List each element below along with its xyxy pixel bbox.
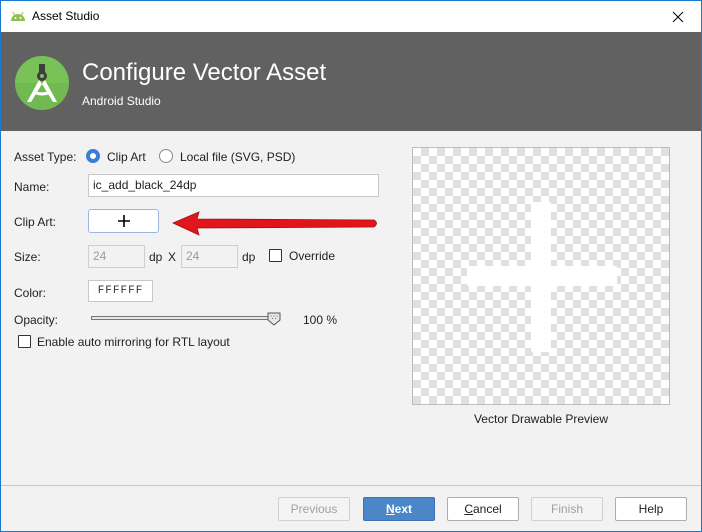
clip-art-button[interactable] — [88, 209, 159, 233]
finish-button[interactable]: Finish — [531, 497, 603, 521]
rtl-mirroring-checkbox[interactable] — [18, 335, 31, 348]
cancel-mnemonic: C — [464, 502, 473, 516]
plus-icon — [117, 215, 130, 227]
asset-type-label: Asset Type: — [14, 150, 77, 164]
opacity-value: 100 % — [303, 313, 338, 327]
close-button[interactable] — [655, 1, 701, 32]
size-width-input[interactable]: 24 — [88, 245, 145, 268]
color-label: Color: — [14, 286, 47, 300]
opacity-slider-thumb[interactable] — [267, 312, 281, 326]
size-height-unit: dp — [242, 250, 256, 264]
preview-caption: Vector Drawable Preview — [473, 412, 609, 426]
asset-studio-window: Asset Studio Configure Vector Asset Andr… — [0, 0, 702, 532]
clip-art-label: Clip Art: — [14, 215, 57, 229]
android-studio-logo-icon — [15, 56, 69, 110]
radio-clip-art[interactable] — [86, 149, 100, 163]
page-subtitle: Android Studio — [82, 94, 161, 108]
name-input[interactable]: ic_add_black_24dp — [88, 174, 379, 197]
opacity-label: Opacity: — [14, 313, 59, 327]
radio-local-file[interactable] — [159, 149, 173, 163]
window-title: Asset Studio — [32, 9, 100, 23]
preview-plus-icon-horizontal — [467, 266, 617, 286]
size-separator: X — [168, 250, 177, 264]
close-icon — [672, 11, 684, 22]
next-button[interactable]: Next — [363, 497, 435, 521]
size-width-unit: dp — [149, 250, 163, 264]
help-button[interactable]: Help — [615, 497, 687, 521]
size-height-input[interactable]: 24 — [181, 245, 238, 268]
cancel-button[interactable]: Cancel — [447, 497, 519, 521]
color-picker-field[interactable]: FFFFFF — [88, 280, 153, 302]
annotation-arrow — [172, 211, 377, 236]
page-title: Configure Vector Asset — [82, 59, 327, 86]
override-checkbox[interactable] — [269, 249, 282, 262]
next-mnemonic: N — [385, 502, 395, 516]
rtl-mirroring-label[interactable]: Enable auto mirroring for RTL layout — [37, 335, 230, 349]
title-bar: Asset Studio — [1, 1, 701, 32]
cancel-label: ancel — [472, 502, 502, 516]
header-banner: Configure Vector Asset Android Studio — [1, 32, 701, 131]
android-icon — [11, 11, 25, 21]
radio-clip-art-label[interactable]: Clip Art — [107, 150, 146, 164]
next-label: ext — [394, 502, 412, 516]
vector-drawable-preview — [412, 147, 670, 405]
footer-divider — [1, 485, 701, 486]
radio-local-file-label[interactable]: Local file (SVG, PSD) — [180, 150, 295, 164]
size-label: Size: — [14, 250, 41, 264]
previous-button[interactable]: Previous — [278, 497, 350, 521]
name-label: Name: — [14, 180, 50, 194]
opacity-slider-track[interactable] — [91, 316, 279, 320]
override-label[interactable]: Override — [289, 249, 335, 263]
